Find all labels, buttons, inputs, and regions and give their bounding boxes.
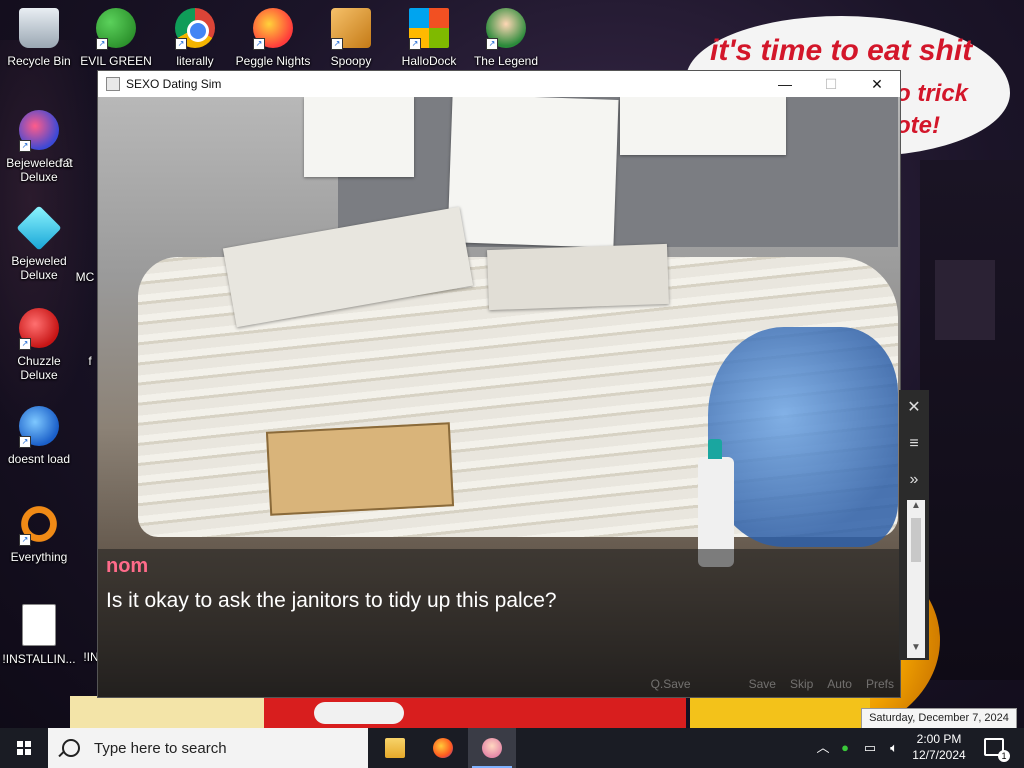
search-icon — [62, 739, 80, 757]
desktop-icon-installing[interactable]: !INSTALLIN... — [0, 604, 81, 666]
dialogue-box[interactable]: nom Is it okay to ask the janitors to ti… — [98, 549, 900, 697]
scroll-up-icon[interactable]: ▲ — [907, 500, 925, 516]
taskbar-search[interactable] — [48, 728, 368, 768]
desktop-icon-hallodock[interactable]: ↗ HalloDock — [387, 8, 471, 68]
spoopy-icon: ↗ — [331, 8, 371, 50]
desktop-icon-label: doesnt load — [7, 452, 71, 466]
desktop-icon-label: Everything — [10, 550, 68, 564]
clock-time: 2:00 PM — [916, 732, 962, 746]
taskbar-app-game[interactable] — [468, 728, 516, 768]
desktop-icon-peggle[interactable]: ↗ Peggle Nights — [231, 8, 315, 68]
quick-menu: Q.Save Save Skip Auto Prefs — [651, 677, 900, 697]
thunderbird-icon: ↗ — [19, 406, 59, 448]
quick-save-button[interactable]: Q.Save — [651, 677, 691, 697]
folder — [265, 422, 455, 516]
window-titlebar[interactable]: SEXO Dating Sim — ☐ ✕ — [98, 71, 900, 97]
user-icon[interactable]: ● — [836, 728, 854, 768]
desktop-icon-chuzzle[interactable]: ↗ Chuzzle Deluxe — [0, 308, 81, 382]
taskbar-app-file-explorer[interactable] — [371, 728, 419, 768]
desktop-icon-mc[interactable]: MC — [70, 208, 100, 284]
auto-button[interactable]: Auto — [827, 677, 852, 697]
desktop-icon-label: literally — [176, 54, 214, 68]
everything-icon: ↗ — [19, 504, 59, 546]
start-button[interactable] — [0, 728, 48, 768]
clock[interactable]: 2:00 PM 12/7/2024 — [908, 731, 970, 763]
bubble-text: ote! — [896, 112, 940, 139]
taskbar: ︿ ● ▭ 🔈︎ 2:00 PM 12/7/2024 1 — [0, 728, 1024, 768]
speaker-name: nom — [106, 555, 149, 577]
desktop-icon-fat[interactable]: fat — [46, 110, 86, 170]
maximize-button[interactable]: ☐ — [808, 71, 854, 97]
desktop-icon-label: HalloDock — [401, 54, 457, 68]
desktop-icon-label: Recycle Bin — [7, 54, 71, 68]
legend-icon: ↗ — [486, 8, 526, 50]
windows-icon: ↗ — [409, 8, 449, 50]
game-window[interactable]: SEXO Dating Sim — ☐ ✕ nom Is it okay to … — [97, 70, 901, 698]
desktop-icon-everything[interactable]: ↗ Everything — [0, 504, 81, 564]
fast-forward-icon[interactable]: » — [899, 462, 929, 498]
peggle-icon: ↗ — [253, 8, 293, 50]
network-icon[interactable]: ▭ — [860, 728, 880, 768]
folder-icon — [385, 738, 405, 758]
wallpaper-house — [935, 260, 995, 340]
desktop-icon-literally[interactable]: ↗ literally — [153, 8, 237, 68]
menu-icon[interactable]: ≡ — [899, 426, 929, 462]
scroll-down-icon[interactable]: ▼ — [907, 642, 925, 658]
wallpaper-strip — [264, 696, 686, 728]
pinned-paper — [304, 97, 414, 177]
scrollbar[interactable]: ▲ ▼ — [907, 500, 925, 658]
scrollbar-thumb[interactable] — [911, 518, 921, 562]
minimize-button[interactable]: — — [762, 71, 808, 97]
taskbar-app-firefox[interactable] — [419, 728, 467, 768]
close-icon[interactable]: ✕ — [899, 390, 929, 426]
bejeweled-icon — [16, 205, 62, 251]
desktop-icon-label: Chuzzle Deluxe — [17, 354, 61, 382]
windows-logo-icon — [17, 741, 31, 755]
search-input[interactable] — [92, 738, 346, 758]
clock-date: 12/7/2024 — [912, 748, 966, 762]
desktop-icon-label: Bejeweled Deluxe — [11, 254, 67, 282]
newspaper — [487, 243, 669, 311]
desktop-icon-label: fat — [59, 156, 73, 170]
firefox-icon — [433, 738, 453, 758]
desktop-icon-label: !INSTALLIN... — [2, 652, 76, 666]
chrome-icon: ↗ — [175, 8, 215, 50]
close-button[interactable]: ✕ — [854, 71, 900, 97]
bubble-text: o trick — [896, 80, 969, 107]
pinned-paper — [447, 97, 619, 248]
desktop-icon-the-legend[interactable]: ↗ The Legend — [464, 8, 548, 68]
save-button[interactable]: Save — [749, 677, 776, 697]
recycle-bin-icon — [19, 8, 59, 48]
wallpaper-strip — [70, 696, 264, 728]
app-icon — [106, 77, 120, 91]
desktop-icon-label: MC — [75, 270, 95, 284]
overlay-panel: ✕ ≡ » ▲ ▼ — [899, 390, 929, 660]
dialogue-text: Is it okay to ask the janitors to tidy u… — [106, 589, 557, 612]
desktop-icon-spoopy[interactable]: ↗ Spoopy — [309, 8, 393, 68]
game-scene[interactable]: nom Is it okay to ask the janitors to ti… — [98, 97, 900, 697]
desktop-icon-doesnt-load[interactable]: ↗ doesnt load — [0, 406, 81, 466]
pinned-paper — [620, 97, 786, 155]
chuzzle-icon: ↗ — [19, 308, 59, 350]
volume-icon[interactable]: 🔈︎ — [884, 728, 904, 768]
date-tooltip: Saturday, December 7, 2024 — [861, 708, 1017, 729]
notification-count: 1 — [998, 750, 1010, 762]
desktop-icon-bejeweled[interactable]: Bejeweled Deluxe — [0, 205, 81, 282]
chevron-up-icon[interactable]: ︿ — [814, 728, 832, 768]
bubble-text: it's time to eat shit — [710, 34, 973, 67]
people-icon: ↗ — [96, 8, 136, 50]
game-icon — [482, 738, 502, 758]
wallpaper-trees — [920, 160, 1024, 680]
desktop-icon-label: Spoopy — [330, 54, 372, 68]
prefs-button[interactable]: Prefs — [866, 677, 894, 697]
window-title: SEXO Dating Sim — [126, 77, 222, 91]
desktop-icon-label: The Legend — [473, 54, 539, 68]
wallpaper-strip — [690, 696, 870, 728]
desktop-icon-recycle-bin[interactable]: Recycle Bin — [0, 8, 81, 68]
notification-icon[interactable]: 1 — [984, 738, 1010, 762]
document-icon — [22, 604, 56, 646]
plastic-bag — [708, 327, 898, 547]
skip-button[interactable]: Skip — [790, 677, 813, 697]
desktop-icon-label: Peggle Nights — [235, 54, 311, 68]
